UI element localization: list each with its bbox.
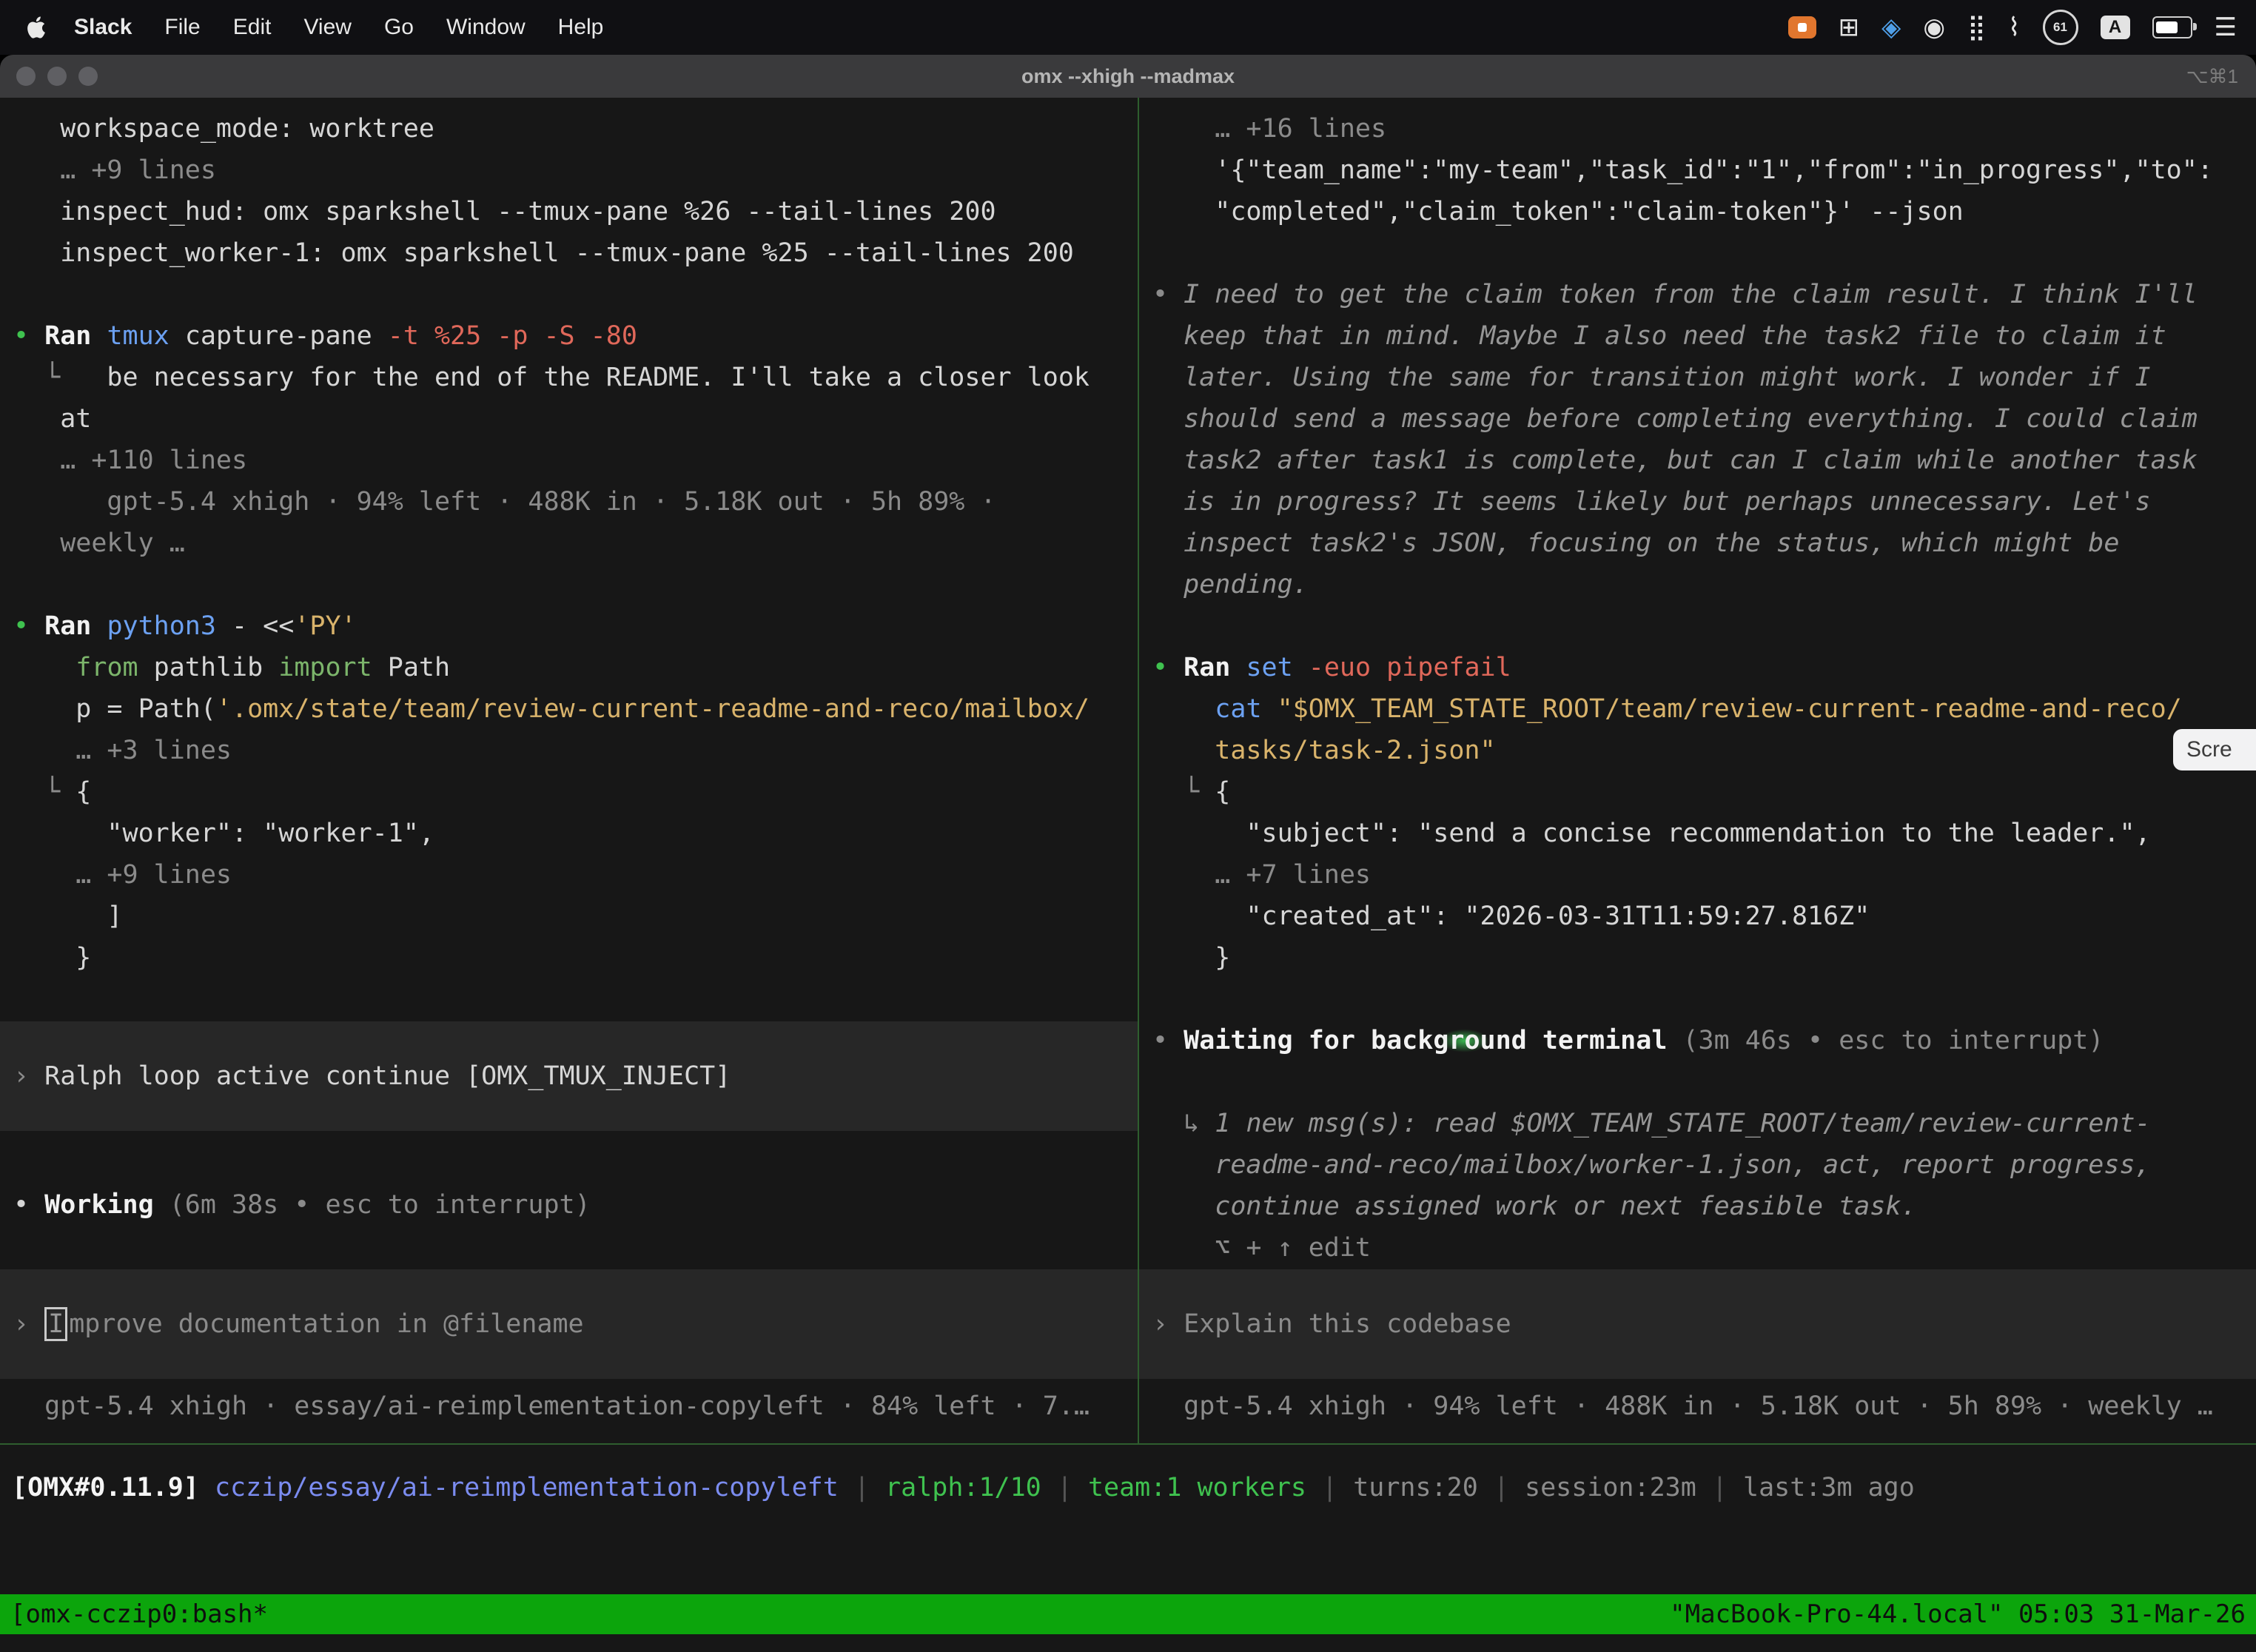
terminal-line: task2 after task1 is complete, but can I… [1152, 440, 2249, 481]
terminal-line: keep that in mind. Maybe I also need the… [1152, 315, 2249, 357]
menu-go[interactable]: Go [368, 15, 430, 40]
terminal-line [1152, 232, 2249, 274]
terminal-line: p = Path('.omx/state/team/review-current… [13, 688, 1130, 730]
terminal-line: • I need to get the claim token from the… [1152, 274, 2249, 315]
terminal-line: pending. [1152, 564, 2249, 605]
terminal-line: ⌥ + ↑ edit [1152, 1227, 2249, 1269]
screen-recording-indicator[interactable] [1788, 16, 1816, 38]
window-titlebar[interactable]: omx --xhigh --madmax ⌥⌘1 [0, 55, 2256, 98]
terminal-line [13, 564, 1130, 605]
menubar: SlackFileEditViewGoWindowHelp ⊞ ◈ ◉ ⣿ ⌇ 61 A ☰ [0, 0, 2256, 55]
terminal-line: should send a message before completing … [1152, 398, 2249, 440]
apple-menu[interactable] [25, 15, 47, 40]
tmux-host-clock: "MacBook-Pro-44.local" 05:03 31-Mar-26 [1670, 1599, 2246, 1629]
dots-grid-icon[interactable]: ⣿ [1967, 13, 1986, 42]
menu-file[interactable]: File [148, 15, 216, 40]
terminal-line [13, 274, 1130, 315]
tmux-pane-right[interactable]: … +16 lines '{"team_name":"my-team","tas… [1139, 98, 2256, 1443]
terminal-line: later. Using the same for transition mig… [1152, 357, 2249, 398]
terminal-line: ↳ 1 new msg(s): read $OMX_TEAM_STATE_ROO… [1152, 1103, 2249, 1144]
menu-view[interactable]: View [287, 15, 367, 40]
terminal-line: readme-and-reco/mailbox/worker-1.json, a… [1152, 1144, 2249, 1186]
menu-window[interactable]: Window [430, 15, 542, 40]
tmux-pane-left[interactable]: workspace_mode: worktree … +9 lines insp… [0, 98, 1138, 1443]
terminal-line: "subject": "send a concise recommendatio… [1152, 813, 2249, 854]
terminal-line: inspect task2's JSON, focusing on the st… [1152, 523, 2249, 564]
terminal-line: … +110 lines [13, 440, 1130, 481]
terminal-line: is in progress? It seems likely but perh… [1152, 481, 2249, 523]
composer-input[interactable]: › Explain this codebase [1139, 1269, 2256, 1379]
terminal-window: omx --xhigh --madmax ⌥⌘1 workspace_mode:… [0, 55, 2256, 1652]
control-center-icon[interactable]: ☰ [2215, 13, 2237, 42]
terminal-line: … +7 lines [1152, 854, 2249, 896]
terminal-line: … +3 lines [13, 730, 1130, 771]
window-manager-icon[interactable]: ⊞ [1839, 13, 1860, 42]
screenshot-tooltip: Scre [2173, 729, 2256, 770]
apple-logo-icon [25, 15, 47, 40]
battery-icon[interactable] [2152, 16, 2192, 38]
tmux-status-bar: [omx-cczip0:bash* "MacBook-Pro-44.local"… [0, 1594, 2256, 1634]
terminal-line: └ { [1152, 771, 2249, 813]
tmux-session-label: [omx-cczip0:bash* [10, 1599, 268, 1629]
terminal-line: "completed","claim_token":"claim-token"}… [1152, 191, 2249, 232]
minimize-button[interactable] [47, 67, 67, 86]
terminal-line: '{"team_name":"my-team","task_id":"1","f… [1152, 150, 2249, 191]
terminal-line: ] [13, 896, 1130, 937]
input-source-icon[interactable]: A [2101, 16, 2130, 39]
terminal-line [1152, 1061, 2249, 1103]
ralph-loop-banner: › Ralph loop active continue [OMX_TMUX_I… [0, 1021, 1138, 1131]
working-status: • Working (6m 38s • esc to interrupt) [13, 1184, 1130, 1226]
terminal-line: workspace_mode: worktree [13, 108, 1130, 150]
composer-input[interactable]: › Improve documentation in @filename [0, 1269, 1138, 1379]
window-shortcut: ⌥⌘1 [2186, 65, 2238, 88]
window-title: omx --xhigh --madmax [0, 65, 2256, 88]
app-menu-icon[interactable]: ◉ [1923, 13, 1945, 42]
terminal-line: … +9 lines [13, 150, 1130, 191]
omx-status-bar: [OMX#0.11.9] cczip/essay/ai-reimplementa… [0, 1467, 2256, 1508]
terminal-line: inspect_hud: omx sparkshell --tmux-pane … [13, 191, 1130, 232]
terminal-line: └ be necessary for the end of the README… [13, 357, 1130, 398]
terminal-line: tasks/task-2.json" [1152, 730, 2249, 771]
zoom-button[interactable] [78, 67, 98, 86]
menu-help[interactable]: Help [542, 15, 620, 40]
terminal-line: gpt-5.4 xhigh · 94% left · 488K in · 5.1… [13, 481, 1130, 523]
terminal-line: } [13, 937, 1130, 978]
terminal-line: weekly … [13, 523, 1130, 564]
terminal-line: • Ran tmux capture-pane -t %25 -p -S -80 [13, 315, 1130, 357]
waiting-status: • Waiting for background terminal (3m 46… [1152, 1020, 2249, 1061]
terminal-line: } [1152, 937, 2249, 978]
terminal-line: • Ran python3 - <<'PY' [13, 605, 1130, 647]
terminal-line: … +16 lines [1152, 108, 2249, 150]
terminal-line: at [13, 398, 1130, 440]
terminal-line: cat "$OMX_TEAM_STATE_ROOT/team/review-cu… [1152, 688, 2249, 730]
terminal-content: workspace_mode: worktree … +9 lines insp… [0, 98, 2256, 1445]
menu-items: SlackFileEditViewGoWindowHelp [55, 15, 620, 40]
terminal-line: └ { [13, 771, 1130, 813]
terminal-line: inspect_worker-1: omx sparkshell --tmux-… [13, 232, 1130, 274]
terminal-line: • Ran set -euo pipefail [1152, 647, 2249, 688]
battery-percent-badge[interactable]: 61 [2043, 10, 2078, 45]
terminal-line: from pathlib import Path [13, 647, 1130, 688]
menu-edit[interactable]: Edit [217, 15, 288, 40]
traffic-lights [16, 67, 98, 86]
terminal-line [1152, 605, 2249, 647]
model-status-line: gpt-5.4 xhigh · essay/ai-reimplementatio… [13, 1386, 1130, 1427]
terminal-line: continue assigned work or next feasible … [1152, 1186, 2249, 1227]
clip-icon[interactable]: ⌇ [2008, 13, 2021, 42]
close-button[interactable] [16, 67, 36, 86]
blue-utility-icon[interactable]: ◈ [1881, 13, 1901, 42]
terminal-line: "created_at": "2026-03-31T11:59:27.816Z" [1152, 896, 2249, 937]
menu-slack[interactable]: Slack [55, 15, 148, 40]
menubar-status-icons: ⊞ ◈ ◉ ⣿ ⌇ 61 A ☰ [1788, 10, 2237, 45]
terminal-line [1152, 978, 2249, 1020]
terminal-line: "worker": "worker-1", [13, 813, 1130, 854]
model-status-line: gpt-5.4 xhigh · 94% left · 488K in · 5.1… [1152, 1386, 2249, 1427]
terminal-line: … +9 lines [13, 854, 1130, 896]
